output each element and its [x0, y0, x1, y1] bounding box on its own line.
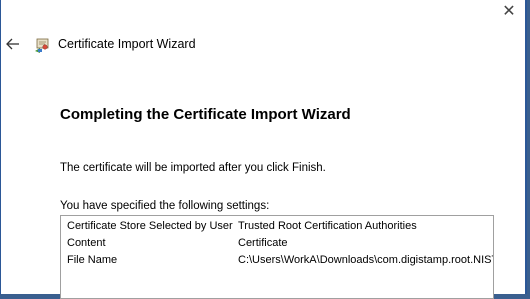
wizard-title: Certificate Import Wizard	[58, 37, 196, 51]
close-button[interactable]: ✕	[501, 4, 517, 20]
settings-key: File Name	[67, 254, 118, 266]
certificate-wizard-icon	[35, 38, 49, 53]
settings-row-store: Certificate Store Selected by User Trust…	[61, 220, 493, 236]
settings-value: Trusted Root Certification Authorities	[238, 220, 417, 232]
wizard-window: ✕ Certificate Import Wizard Completing t…	[0, 0, 527, 299]
settings-listbox[interactable]: Certificate Store Selected by User Trust…	[60, 215, 494, 299]
settings-label: You have specified the following setting…	[60, 200, 270, 212]
settings-row-filename: File Name C:\Users\WorkA\Downloads\com.d…	[61, 254, 493, 270]
info-text: The certificate will be imported after y…	[60, 162, 326, 174]
back-arrow-icon	[6, 38, 19, 50]
settings-row-content: Content Certificate	[61, 237, 493, 253]
settings-value: C:\Users\WorkA\Downloads\com.digistamp.r…	[238, 254, 494, 266]
settings-key: Certificate Store Selected by User	[67, 220, 233, 232]
page-heading: Completing the Certificate Import Wizard	[60, 106, 351, 123]
settings-key: Content	[67, 237, 106, 249]
back-button[interactable]	[5, 36, 21, 52]
settings-value: Certificate	[238, 237, 288, 249]
close-icon: ✕	[502, 3, 516, 20]
